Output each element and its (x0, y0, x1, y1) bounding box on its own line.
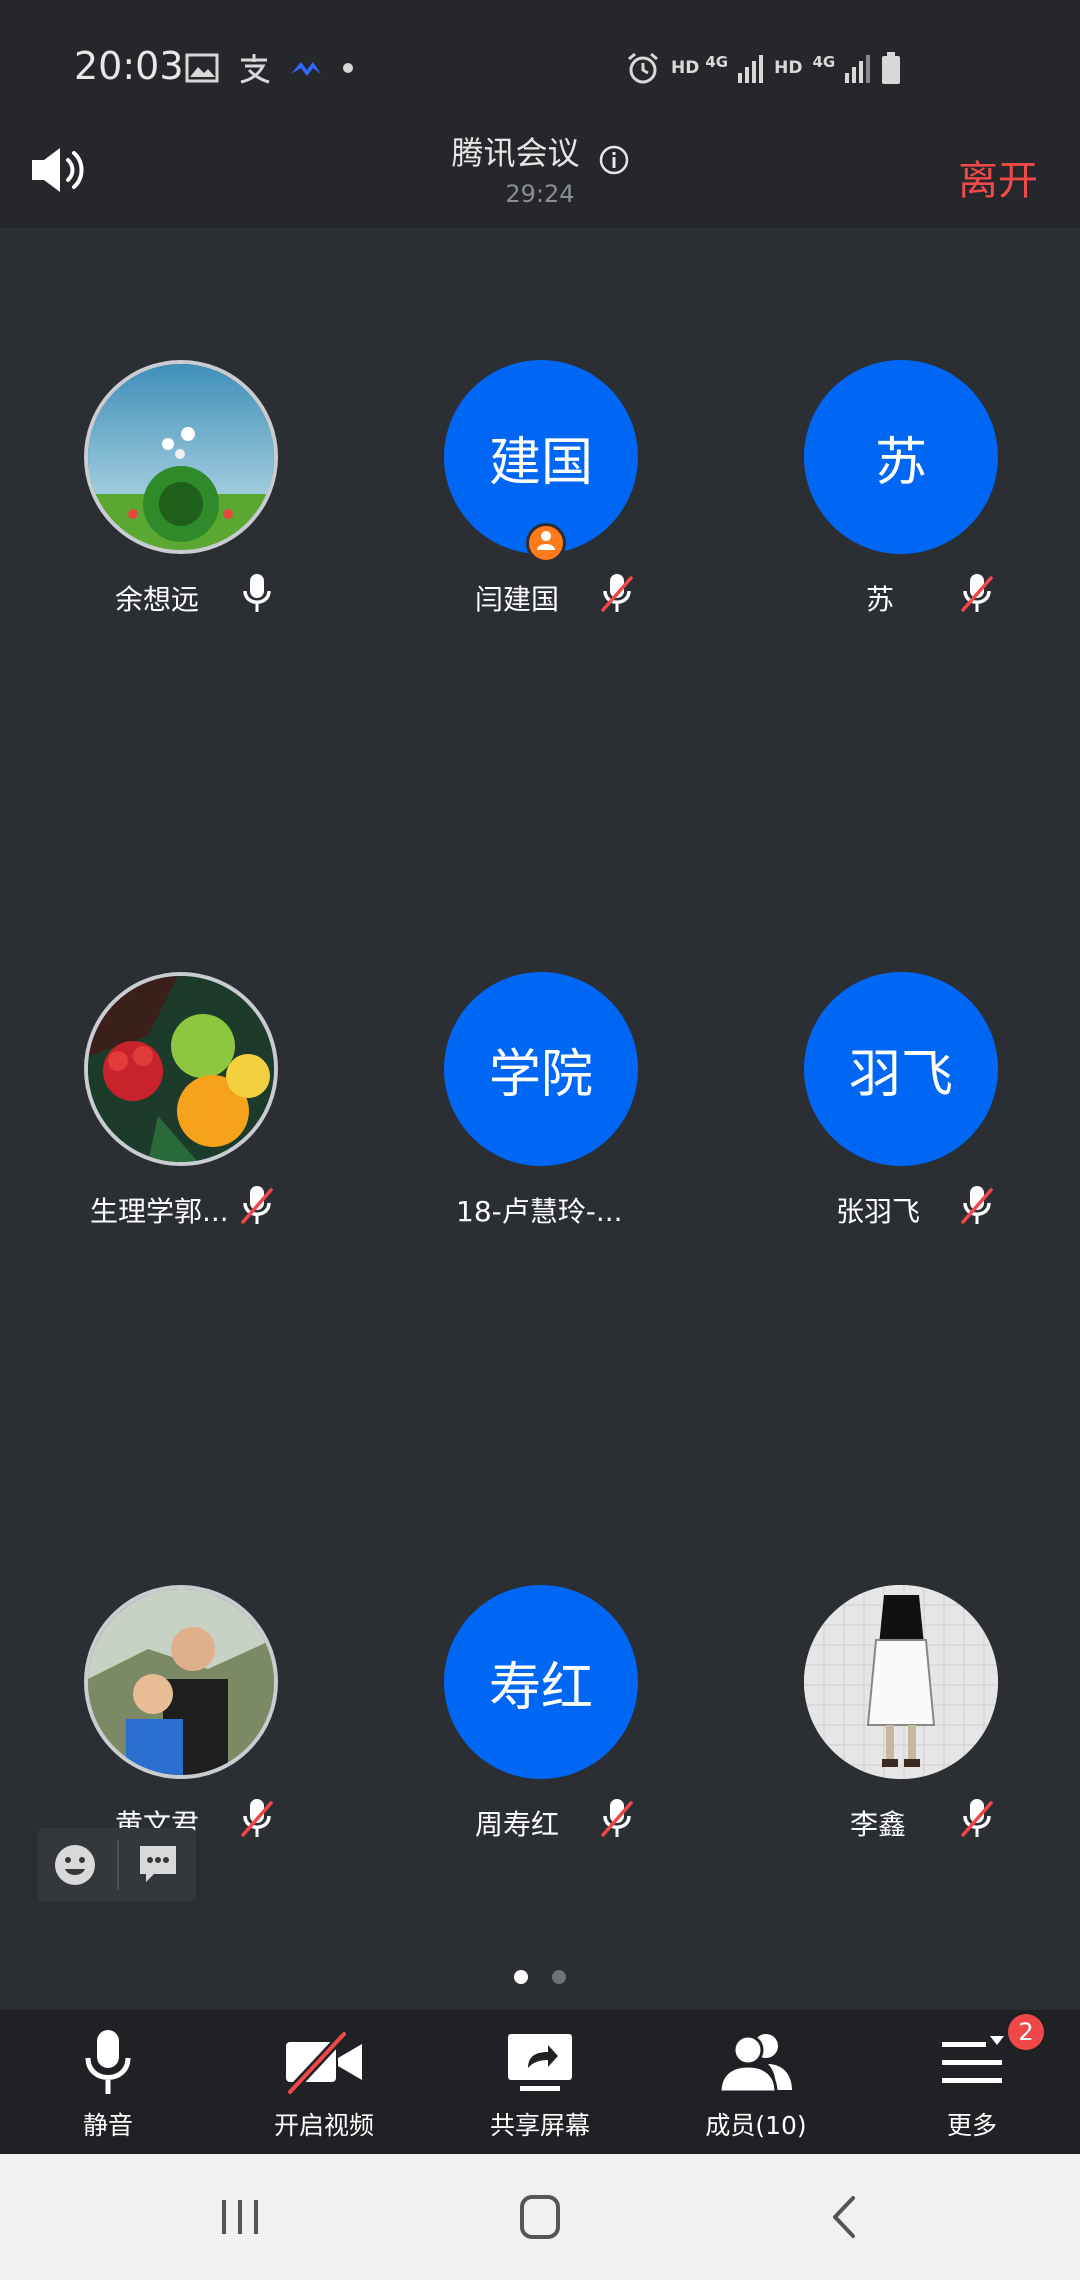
microphone-muted-icon (241, 1799, 273, 1837)
participant-grid: 余想远 建国 闫建国 苏 苏 生理学郭... 学院 18-卢慧玲-... 羽飞 … (0, 228, 1080, 1978)
start-video-label: 开启视频 (273, 2111, 374, 2140)
microphone-muted-icon (961, 1799, 993, 1837)
avatar (84, 1585, 278, 1779)
participant-name: 张羽飞 (836, 1195, 921, 1228)
video-off-icon (286, 2030, 362, 2096)
meeting-toolbar: 静音 开启视频 共享屏幕 成员(10) 2 更多 (0, 2010, 1080, 2154)
avatar (804, 1585, 998, 1779)
system-navigation-bar (0, 2154, 1080, 2280)
network-4g-label-2: 4G (812, 53, 836, 71)
avatar-photo-sketch (804, 1585, 998, 1779)
back-icon[interactable] (815, 2192, 875, 2242)
notification-icons (185, 50, 355, 86)
mute-button[interactable]: 静音 (0, 2010, 216, 2154)
avatar: 寿红 (444, 1585, 638, 1779)
dot-icon (343, 63, 353, 73)
avatar-photo-globe (88, 364, 274, 550)
start-video-button[interactable]: 开启视频 (216, 2010, 432, 2154)
avatar-photo-fruit (88, 976, 274, 1162)
members-button[interactable]: 成员(10) (648, 2010, 864, 2154)
avatar-photo-kids (88, 1589, 274, 1775)
participant-tile[interactable]: 苏 苏 (720, 228, 1080, 648)
participant-name: 生理学郭... (90, 1195, 229, 1228)
battery-icon (882, 52, 901, 84)
system-icons: HD 4G HD 4G (625, 50, 901, 86)
participant-tile[interactable]: 学院 18-卢慧玲-... (360, 840, 720, 1260)
mute-label: 静音 (82, 2111, 133, 2140)
meeting-title-area[interactable]: 腾讯会议 (0, 128, 1080, 175)
participant-name: 闫建国 (475, 583, 560, 616)
participant-name: 苏 (866, 583, 895, 616)
avatar: 学院 (444, 972, 638, 1166)
chat-icon[interactable] (136, 1842, 180, 1886)
meeting-timer: 29:24 (505, 180, 575, 208)
participant-name: 18-卢慧玲-... (456, 1195, 623, 1228)
recent-apps-icon[interactable] (210, 2192, 270, 2242)
status-time: 20:03 (74, 44, 184, 88)
info-icon[interactable] (599, 145, 629, 175)
participant-tile[interactable]: 余想远 (0, 228, 360, 648)
page-dot-active[interactable] (514, 1970, 528, 1984)
meeting-title: 腾讯会议 (451, 134, 580, 172)
image-icon (185, 53, 219, 83)
network-4g-label: 4G (705, 53, 729, 71)
hd-label: HD (671, 58, 700, 78)
members-icon (718, 2034, 792, 2094)
participant-tile[interactable]: 李鑫 (720, 1453, 1080, 1873)
share-screen-icon (508, 2034, 572, 2091)
microphone-muted-icon (601, 574, 633, 612)
participant-tile[interactable]: 建国 闫建国 (360, 228, 720, 648)
microphone-muted-icon (961, 1186, 993, 1224)
microphone-muted-icon (241, 1186, 273, 1224)
share-screen-label: 共享屏幕 (489, 2111, 590, 2140)
microphone-icon (243, 574, 271, 612)
participant-tile[interactable]: 寿红 周寿红 (360, 1453, 720, 1873)
participant-tile[interactable]: 黄文君 (0, 1453, 360, 1873)
hd-label-2: HD (774, 58, 803, 78)
page-indicator (0, 1970, 1080, 1984)
leave-button[interactable]: 离开 (958, 148, 1038, 206)
microphone-muted-icon (601, 1799, 633, 1837)
quick-reaction-bar (38, 1828, 196, 1902)
signal-icon (738, 55, 764, 83)
more-button[interactable]: 2 更多 (864, 2010, 1080, 2154)
emoji-icon[interactable] (53, 1843, 97, 1887)
meeting-header: 腾讯会议 29:24 离开 (0, 120, 1080, 228)
status-bar: 20:03 HD 4G HD 4G (0, 0, 1080, 120)
participant-name: 李鑫 (850, 1808, 907, 1841)
home-icon[interactable] (510, 2192, 570, 2242)
microphone-muted-icon (961, 574, 993, 612)
share-screen-button[interactable]: 共享屏幕 (432, 2010, 648, 2154)
avatar (84, 972, 278, 1166)
participant-tile[interactable]: 生理学郭... (0, 840, 360, 1260)
host-icon (526, 523, 566, 563)
notification-badge: 2 (1008, 2014, 1044, 2050)
participant-name: 余想远 (115, 583, 200, 616)
avatar: 羽飞 (804, 972, 998, 1166)
alarm-icon (628, 52, 658, 84)
avatar (84, 360, 278, 554)
more-label: 更多 (946, 2111, 997, 2140)
menu-icon (942, 2036, 1004, 2083)
signal-icon-2 (845, 55, 871, 83)
participant-tile[interactable]: 羽飞 张羽飞 (720, 840, 1080, 1260)
alipay-icon (240, 54, 270, 84)
avatar: 苏 (804, 360, 998, 554)
divider (117, 1840, 119, 1890)
feishu-icon (291, 62, 321, 76)
page-dot[interactable] (552, 1970, 566, 1984)
participant-name: 周寿红 (475, 1808, 560, 1841)
members-label: 成员(10) (705, 2111, 807, 2140)
microphone-icon (85, 2030, 131, 2094)
